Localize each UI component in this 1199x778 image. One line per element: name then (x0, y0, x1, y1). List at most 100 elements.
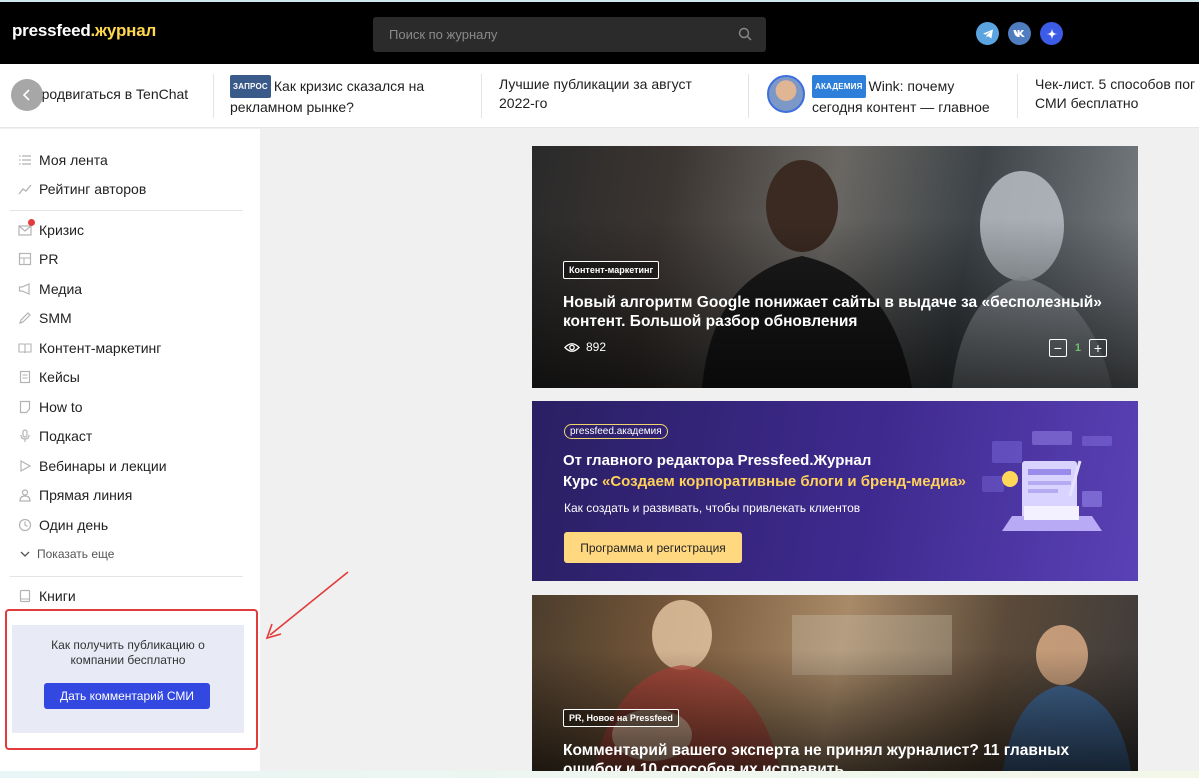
grid-icon (18, 252, 32, 266)
program-registration-button[interactable]: Программа и регистрация (564, 532, 742, 563)
vk-icon[interactable] (1008, 22, 1031, 45)
featured-strip: продвигаться в TenChat ЗАПРОС Как кризис … (0, 64, 1199, 128)
pen-icon (18, 311, 32, 325)
book-icon (18, 341, 32, 355)
megaphone-icon (18, 282, 32, 296)
person-icon (18, 488, 32, 502)
title-line: Новый алгоритм Google понижает сайты в в… (563, 294, 1102, 311)
sidebar-item-label: Кейсы (39, 369, 80, 385)
banner-subtitle: Как создать и развивать, чтобы привлекат… (564, 501, 861, 515)
strip-divider (481, 74, 482, 118)
highlight-frame (5, 609, 258, 750)
sidebar-item-label: How to (39, 399, 83, 415)
sidebar-item-rating[interactable]: Рейтинг авторов (18, 179, 146, 199)
strip-item-line: сегодня контент — главное (812, 99, 990, 115)
category-tag[interactable]: PR, Новое на Pressfeed (563, 709, 679, 727)
strip-item-line: СМИ бесплатно (1035, 95, 1139, 111)
strip-item-line: Чек-лист. 5 способов пог (1035, 76, 1196, 92)
note-icon (18, 400, 32, 414)
show-more-label: Показать еще (37, 547, 115, 561)
search-icon[interactable] (738, 27, 752, 41)
article-card-expert-comment[interactable]: PR, Новое на Pressfeed Комментарий вашег… (532, 595, 1138, 778)
sidebar-divider (10, 576, 243, 577)
clock-icon (18, 518, 32, 532)
envelope-icon (18, 219, 35, 237)
sidebar-item-label: Контент-маркетинг (39, 340, 162, 356)
downvote-button[interactable]: − (1048, 339, 1067, 357)
sidebar-item-crisis[interactable]: Кризис (18, 219, 84, 240)
academy-banner[interactable]: pressfeed.академия От главного редактора… (532, 401, 1138, 581)
vote-count: 1 (1074, 342, 1081, 354)
title-line: Комментарий вашего эксперта не принял жу… (563, 742, 1070, 759)
article-title[interactable]: Новый алгоритм Google понижает сайты в в… (563, 293, 1102, 331)
strip-item-tenchat[interactable]: продвигаться в TenChat (34, 85, 188, 104)
strip-item-checklist[interactable]: Чек-лист. 5 способов пог СМИ бесплатно (1035, 75, 1195, 113)
strip-item-line: Лучшие публикации за август (499, 76, 692, 92)
sidebar-item-label: Моя лента (39, 152, 108, 168)
sidebar-item-label: Вебинары и лекции (39, 458, 167, 474)
notification-dot (28, 219, 35, 226)
sidebar-item-smm[interactable]: SMM (18, 308, 72, 328)
laptop-illustration-icon (982, 431, 1112, 531)
sidebar-item-direct-line[interactable]: Прямая линия (18, 485, 132, 505)
strip-item-line: Wink: почему (868, 78, 955, 94)
sidebar-item-label: Один день (39, 517, 109, 533)
view-count-value: 892 (586, 340, 607, 354)
strip-divider (1017, 74, 1018, 118)
sidebar-item-label: Подкаст (39, 428, 93, 444)
sidebar-item-label: Книги (39, 588, 76, 604)
sidebar-item-content-marketing[interactable]: Контент-маркетинг (18, 338, 161, 358)
doc-icon (18, 370, 32, 384)
sidebar-item-media[interactable]: Медиа (18, 279, 82, 299)
title-line: контент. Большой разбор обновления (563, 313, 858, 330)
sidebar-item-books[interactable]: Книги (18, 586, 76, 606)
trend-icon (18, 182, 32, 196)
strip-item-text: продвигаться в TenChat (34, 86, 189, 102)
strip-divider (213, 74, 214, 118)
view-count: 892 (564, 340, 606, 354)
book-closed-icon (18, 589, 32, 603)
article-card-google[interactable]: Контент-маркетинг Новый алгоритм Google … (532, 146, 1138, 388)
banner-title: От главного редактора Pressfeed.Журнал К… (563, 450, 966, 492)
sidebar-item-howto[interactable]: How to (18, 397, 83, 417)
bottom-edge (0, 771, 1199, 778)
badge-akademiya: АКАДЕМИЯ (812, 75, 866, 98)
search-input[interactable]: Поиск по журналу (373, 17, 766, 52)
list-icon (18, 153, 32, 167)
badge-zapros: ЗАПРОС (230, 75, 271, 98)
chevron-left-icon (22, 89, 30, 101)
show-more-button[interactable]: Показать еще (19, 547, 114, 561)
sidebar-item-label: PR (39, 251, 59, 267)
sidebar-item-cases[interactable]: Кейсы (18, 367, 80, 387)
logo[interactable]: pressfeed.журнал (12, 21, 156, 41)
title-prefix: Курс (563, 473, 602, 490)
title-highlight: «Создаем корпоративные блоги и бренд-мед… (601, 473, 967, 490)
sidebar-item-label: Прямая линия (39, 487, 133, 503)
sidebar-item-one-day[interactable]: Один день (18, 515, 108, 535)
title-line: От главного редактора Pressfeed.Журнал (563, 452, 872, 469)
upvote-button[interactable]: + (1089, 339, 1107, 357)
strip-item-line: Как кризис сказался на (273, 78, 425, 94)
carousel-prev-button[interactable] (11, 79, 43, 111)
chevron-down-icon (20, 551, 30, 557)
logo-main-text: pressfeed (12, 21, 91, 40)
avatar (767, 75, 805, 113)
sidebar-item-webinars[interactable]: Вебинары и лекции (18, 456, 167, 476)
sidebar-item-podcast[interactable]: Подкаст (18, 426, 92, 446)
logo-accent-text: .журнал (90, 21, 157, 40)
telegram-icon[interactable] (976, 22, 999, 45)
strip-item-crisis[interactable]: ЗАПРОС Как кризис сказался на рекламном р… (230, 75, 424, 117)
mic-icon (18, 429, 32, 443)
strip-item-august[interactable]: Лучшие публикации за август 2022-го (499, 75, 692, 113)
top-header: pressfeed.журнал Поиск по журналу (0, 0, 1199, 64)
sidebar-item-pr[interactable]: PR (18, 249, 58, 269)
vote-control: − 1 + (1048, 339, 1107, 357)
play-icon (18, 459, 32, 473)
strip-item-wink[interactable]: АКАДЕМИЯ Wink: почему сегодня контент — г… (812, 75, 990, 117)
sidebar-item-feed[interactable]: Моя лента (18, 150, 108, 170)
eye-icon (564, 342, 580, 352)
strip-item-line: рекламном рынке? (230, 99, 354, 115)
academy-tag: pressfeed.академия (564, 424, 668, 439)
dzen-icon[interactable] (1040, 22, 1063, 45)
category-tag[interactable]: Контент-маркетинг (563, 261, 660, 279)
